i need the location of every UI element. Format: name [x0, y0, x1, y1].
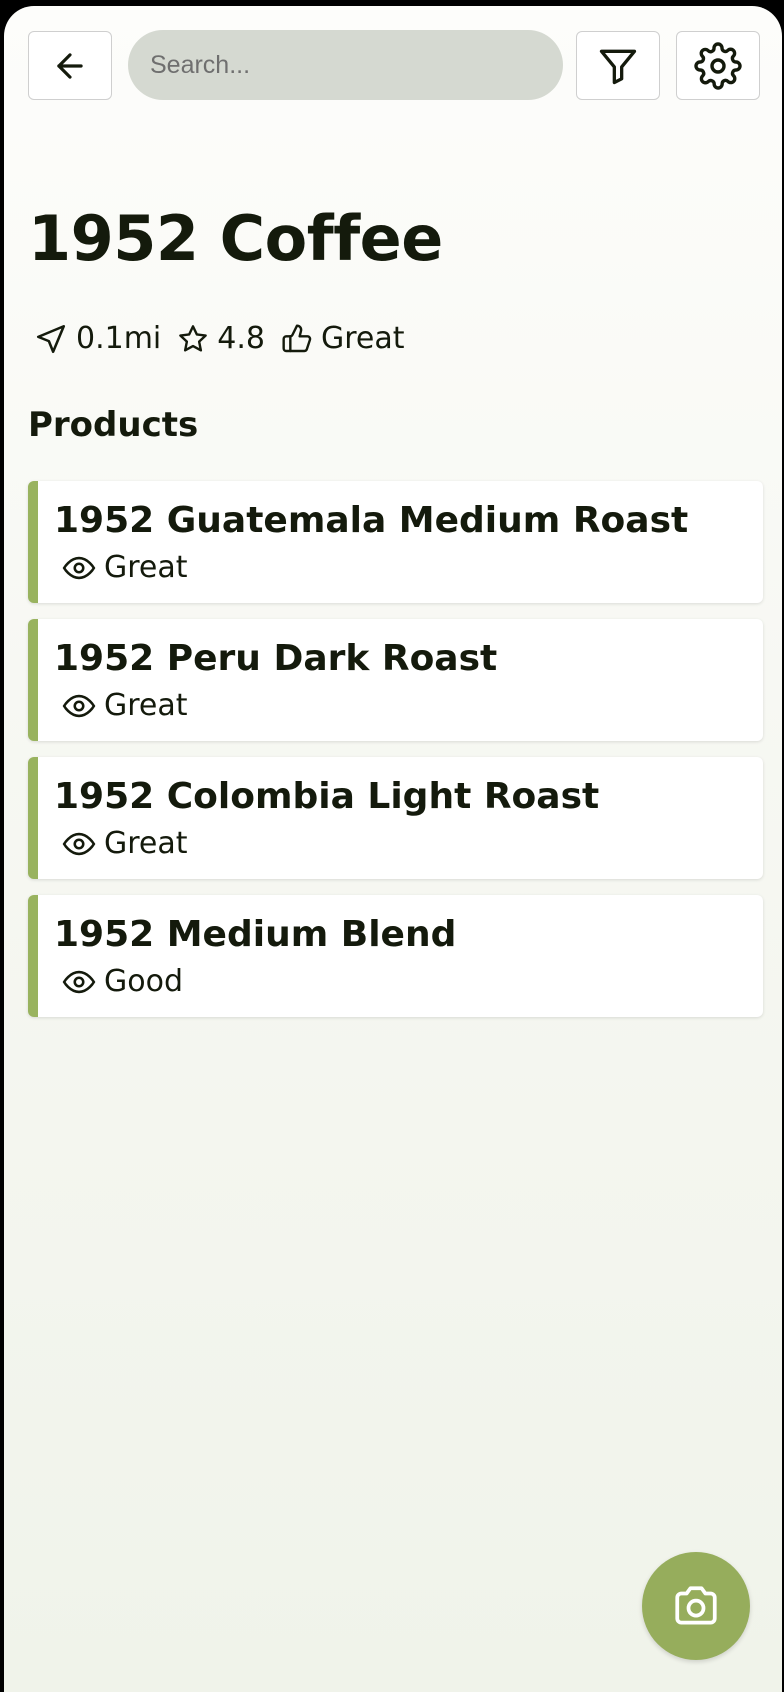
- rating-value: 4.8: [217, 321, 265, 356]
- product-rating-label: Great: [104, 826, 188, 861]
- app-screen: 1952 Coffee 0.1mi 4.8 Great Products 195…: [4, 6, 782, 1692]
- search-input[interactable]: [128, 30, 563, 100]
- eye-icon: [62, 970, 96, 994]
- place-meta: 0.1mi 4.8 Great: [34, 319, 421, 359]
- back-button[interactable]: [28, 31, 112, 100]
- filter-icon: [599, 49, 637, 84]
- product-card[interactable]: 1952 Medium Blend Good: [28, 895, 763, 1017]
- product-rating: Great: [62, 549, 188, 587]
- distance-info: 0.1mi: [34, 319, 161, 359]
- camera-icon: [675, 1586, 717, 1625]
- product-rating-label: Good: [104, 964, 183, 999]
- product-card[interactable]: 1952 Guatemala Medium Roast Great: [28, 481, 763, 603]
- products-heading: Products: [28, 405, 199, 445]
- eye-icon: [62, 556, 96, 580]
- verdict-info: Great: [281, 319, 405, 359]
- product-rating-label: Great: [104, 688, 188, 723]
- product-card[interactable]: 1952 Colombia Light Roast Great: [28, 757, 763, 879]
- page-title: 1952 Coffee: [28, 202, 443, 275]
- product-name: 1952 Peru Dark Roast: [54, 638, 498, 679]
- distance-value: 0.1mi: [76, 321, 162, 356]
- rating-info: 4.8: [177, 319, 265, 359]
- product-rating: Good: [62, 963, 183, 1001]
- arrow-left-icon: [57, 52, 83, 79]
- product-name: 1952 Colombia Light Roast: [54, 776, 600, 817]
- product-rating: Great: [62, 687, 188, 725]
- verdict-value: Great: [321, 321, 405, 356]
- eye-icon: [62, 832, 96, 856]
- eye-icon: [62, 694, 96, 718]
- gear-icon: [694, 41, 742, 90]
- product-name: 1952 Guatemala Medium Roast: [54, 500, 689, 541]
- camera-button[interactable]: [642, 1552, 750, 1660]
- filter-button[interactable]: [576, 31, 660, 100]
- product-rating: Great: [62, 825, 188, 863]
- thumbs-up-icon: [282, 324, 312, 353]
- product-card[interactable]: 1952 Peru Dark Roast Great: [28, 619, 763, 741]
- product-rating-label: Great: [104, 550, 188, 585]
- product-name: 1952 Medium Blend: [54, 914, 457, 955]
- star-icon: [179, 325, 208, 352]
- settings-button[interactable]: [676, 31, 760, 100]
- navigation-arrow-icon: [36, 324, 66, 354]
